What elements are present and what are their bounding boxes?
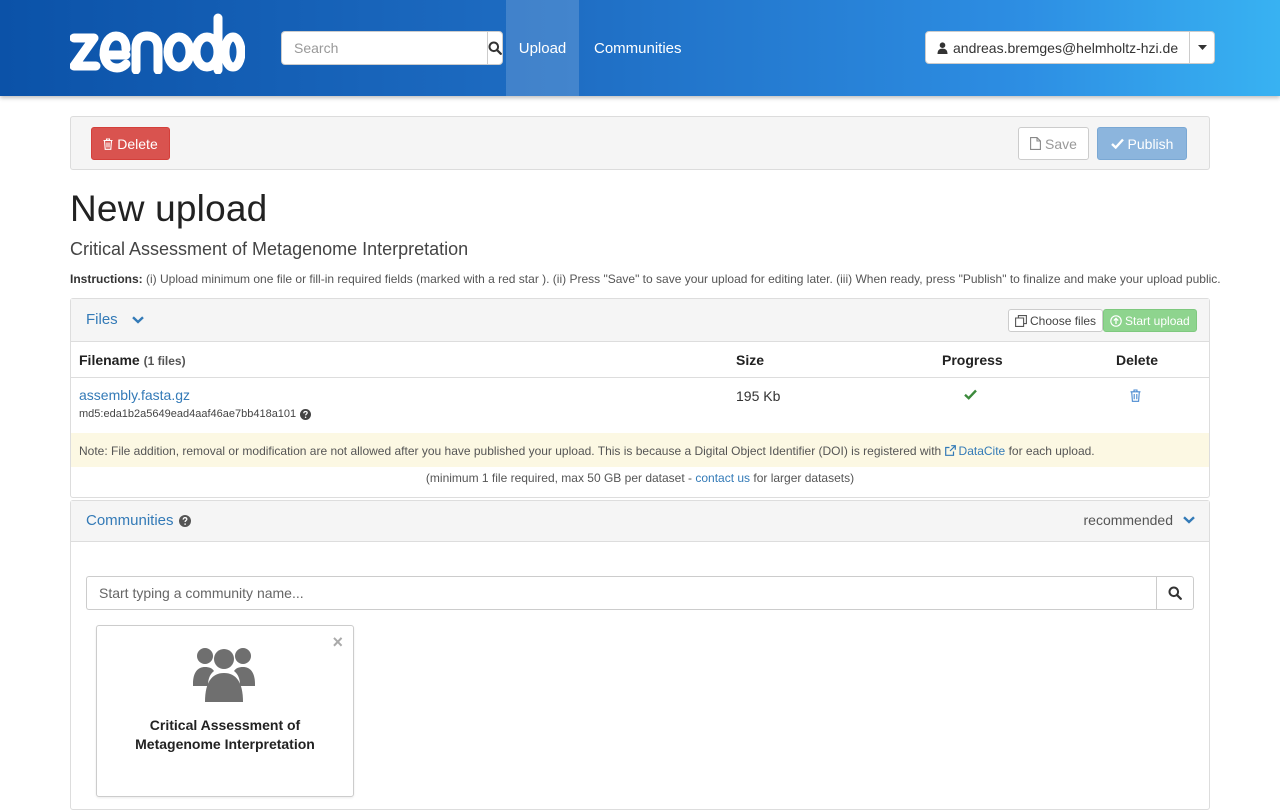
column-size: Size [736, 352, 765, 368]
datacite-link[interactable]: DataCite [944, 444, 1006, 458]
communities-panel: Communities recommended × Critical Asses… [70, 500, 1210, 810]
files-table-header: Filename (1 files) Size Progress Delete [71, 342, 1209, 378]
publish-label: Publish [1127, 135, 1174, 152]
search-icon [488, 41, 502, 55]
instructions-label: Instructions: [70, 272, 143, 286]
limit-text-before: (minimum 1 file required, max 50 GB per … [425, 471, 696, 485]
column-filename: Filename (1 files) [79, 352, 186, 368]
delete-file-trash-icon[interactable] [1130, 389, 1141, 402]
file-icon [1030, 137, 1041, 150]
files-panel-toggle[interactable]: Files [86, 311, 144, 328]
recommended-label: recommended [1083, 512, 1174, 528]
community-subtitle: Critical Assessment of Metagenome Interp… [70, 239, 469, 259]
start-upload-button[interactable]: Start upload [1103, 309, 1197, 332]
user-icon [937, 41, 948, 54]
save-button[interactable]: Save [1018, 127, 1089, 160]
communities-panel-toggle[interactable]: Communities [86, 512, 191, 529]
community-search-button[interactable] [1156, 576, 1194, 610]
files-panel: Files Choose files Start upload Filename… [70, 298, 1210, 498]
datacite-label: DataCite [958, 444, 1006, 458]
community-card[interactable]: × Critical Assessment of Metagenome Inte… [96, 625, 354, 797]
check-icon [1110, 138, 1124, 149]
caret-down-icon [1197, 45, 1207, 50]
trash-icon [103, 137, 113, 150]
nav-upload[interactable]: Upload [506, 0, 579, 96]
header-search [281, 31, 503, 65]
files-panel-title: Files [86, 311, 118, 328]
files-panel-heading: Files Choose files Start upload [71, 299, 1209, 342]
deposit-toolbar: Delete Save Publish [70, 116, 1210, 170]
user-menu: andreas.bremges@helmholtz-hzi.de [925, 31, 1216, 64]
recommended-toggle[interactable]: recommended [1084, 512, 1196, 528]
community-name: Critical Assessment of Metagenome Interp… [135, 717, 315, 752]
progress-complete-check-icon [964, 389, 977, 400]
question-circle-icon[interactable] [178, 514, 191, 527]
file-md5-value: md5:eda1b2a5649ead4aaf46ae7bb418a101 [79, 408, 297, 420]
note-text-after: for each upload. [1005, 444, 1095, 458]
top-navbar: Upload Communities andreas.bremges@helmh… [0, 0, 1280, 96]
communities-panel-heading: Communities recommended [71, 501, 1209, 542]
doi-warning-note: Note: File addition, removal or modifica… [71, 433, 1209, 467]
file-size: 195 Kb [736, 388, 781, 404]
page-title: New upload [70, 188, 268, 229]
external-link-icon [944, 445, 956, 456]
start-upload-label: Start upload [1125, 313, 1190, 328]
zenodo-logo[interactable] [70, 12, 245, 74]
file-md5: md5:eda1b2a5649ead4aaf46ae7bb418a101 [79, 408, 312, 420]
chevron-down-icon [131, 315, 144, 324]
choose-files-label: Choose files [1030, 313, 1097, 328]
column-progress: Progress [942, 352, 1003, 368]
delete-label: Delete [117, 135, 158, 152]
save-label: Save [1045, 135, 1077, 152]
limit-text-after: for larger datasets) [750, 471, 855, 485]
table-row: assembly.fasta.gz md5:eda1b2a5649ead4aaf… [71, 378, 1209, 433]
column-filename-label: Filename [79, 352, 140, 368]
user-account-button[interactable]: andreas.bremges@helmholtz-hzi.de [925, 31, 1191, 64]
file-name-link[interactable]: assembly.fasta.gz [79, 387, 190, 403]
community-search-input[interactable] [86, 576, 1156, 610]
user-dropdown-toggle[interactable] [1189, 31, 1216, 64]
community-search [86, 576, 1194, 610]
delete-button[interactable]: Delete [91, 127, 170, 160]
file-count: (1 files) [143, 354, 186, 368]
chevron-down-icon [1183, 516, 1195, 524]
search-button[interactable] [487, 31, 503, 65]
publish-button[interactable]: Publish [1097, 127, 1187, 160]
communities-panel-title: Communities [86, 512, 174, 529]
column-delete: Delete [1116, 352, 1159, 368]
choose-files-button[interactable]: Choose files [1008, 309, 1104, 332]
remove-community-close-icon[interactable]: × [332, 632, 343, 653]
instructions: Instructions: (i) Upload minimum one fil… [70, 272, 1221, 286]
search-icon [1168, 586, 1182, 600]
users-group-icon [193, 648, 255, 702]
contact-us-link[interactable]: contact us [695, 471, 750, 485]
upload-limit-text: (minimum 1 file required, max 50 GB per … [71, 471, 1209, 485]
user-email: andreas.bremges@helmholtz-hzi.de [953, 39, 1179, 56]
instructions-text: (i) Upload minimum one file or fill-in r… [142, 272, 1221, 286]
search-input[interactable] [281, 31, 487, 65]
upload-circle-icon [1110, 314, 1122, 327]
note-text-before: Note: File addition, removal or modifica… [79, 444, 945, 458]
nav-communities[interactable]: Communities [579, 0, 697, 96]
copy-icon [1015, 314, 1027, 327]
question-circle-icon[interactable] [300, 408, 312, 420]
